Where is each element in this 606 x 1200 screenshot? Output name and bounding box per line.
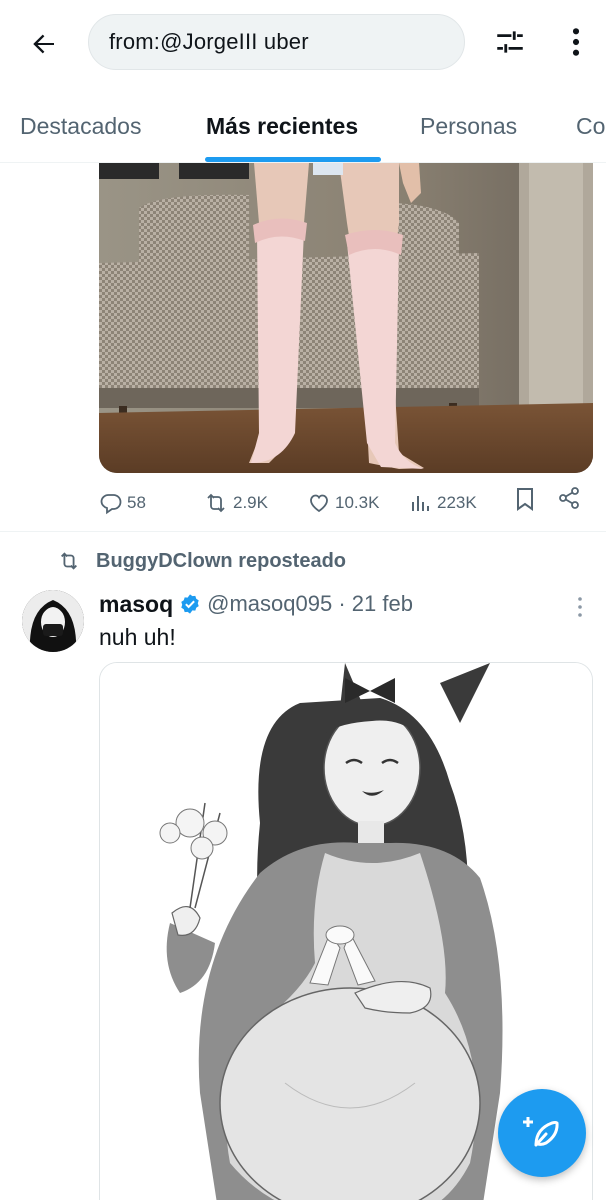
tab-personas[interactable]: Personas xyxy=(420,113,517,140)
repost-icon xyxy=(207,493,225,513)
share-button[interactable] xyxy=(557,486,581,510)
author-name[interactable]: masoq xyxy=(99,591,173,618)
back-arrow-icon xyxy=(33,34,54,54)
compose-button[interactable] xyxy=(498,1089,586,1177)
verified-badge-icon xyxy=(181,594,199,614)
avatar[interactable] xyxy=(22,590,84,652)
tab-truncated[interactable]: Co xyxy=(576,113,605,140)
active-tab-indicator xyxy=(205,157,381,162)
filter-sliders-icon xyxy=(497,31,523,53)
like-icon xyxy=(310,494,328,513)
views-count: 223K xyxy=(437,493,477,512)
reply-button[interactable]: 58 xyxy=(99,486,146,520)
search-filter-button[interactable] xyxy=(488,20,532,64)
search-tabs: Destacados Más recientes Personas Co xyxy=(0,95,606,163)
avatar-image xyxy=(22,590,84,652)
repost-label: BuggyDClown reposteado xyxy=(96,549,347,572)
share-icon xyxy=(559,487,579,509)
views-button[interactable]: 223K xyxy=(409,486,477,520)
repost-button[interactable]: 2.9K xyxy=(203,486,268,520)
repost-indicator[interactable]: BuggyDClown reposteado xyxy=(56,546,346,576)
tab-mas-recientes[interactable]: Más recientes xyxy=(206,113,358,140)
back-button[interactable] xyxy=(22,22,66,66)
bookmark-button[interactable] xyxy=(513,486,537,512)
compose-icon xyxy=(523,1117,559,1147)
views-icon xyxy=(412,496,429,511)
more-options-button[interactable] xyxy=(556,20,596,64)
search-input[interactable]: from:@JorgeIII uber xyxy=(88,14,465,70)
more-vertical-icon xyxy=(572,28,580,56)
tweet-photo[interactable] xyxy=(99,163,593,473)
reply-count: 58 xyxy=(127,493,146,512)
repost-count: 2.9K xyxy=(233,493,268,512)
tweet-actions: 58 2.9K 10.3K 223K xyxy=(99,486,593,520)
top-bar: from:@JorgeIII uber xyxy=(0,0,606,95)
tweet-header: masoq @masoq095 · 21 feb xyxy=(99,588,413,620)
bookmark-icon xyxy=(517,488,533,511)
tweet-more-button[interactable] xyxy=(568,592,592,622)
like-count: 10.3K xyxy=(335,493,380,512)
search-query: from:@JorgeIII uber xyxy=(109,29,309,54)
photo-illustration xyxy=(99,163,593,473)
more-vertical-icon xyxy=(578,597,582,617)
author-handle-date[interactable]: @masoq095 · 21 feb xyxy=(207,591,413,617)
reply-icon xyxy=(100,494,122,515)
repost-icon xyxy=(61,552,77,570)
tweet-divider xyxy=(0,531,606,532)
like-button[interactable]: 10.3K xyxy=(307,486,379,520)
tweet-text: nuh uh! xyxy=(99,624,176,650)
tab-destacados[interactable]: Destacados xyxy=(20,113,141,140)
